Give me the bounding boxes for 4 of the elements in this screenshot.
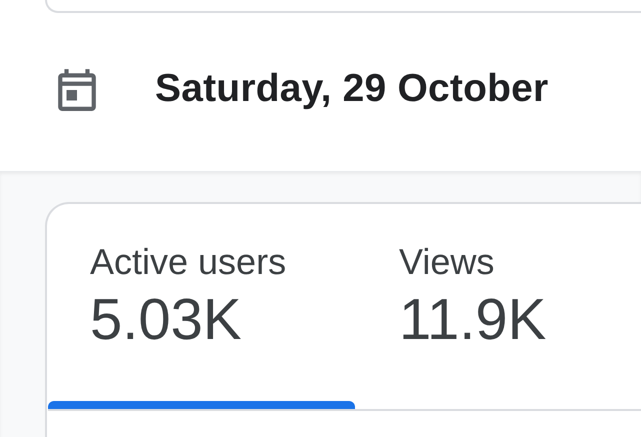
metric-tab[interactable]: Active users 5.03K bbox=[48, 240, 357, 409]
date-title: Saturday, 29 October bbox=[155, 67, 548, 111]
calendar-icon bbox=[55, 67, 99, 111]
metric-tab[interactable]: Views 11.9K bbox=[357, 240, 641, 409]
